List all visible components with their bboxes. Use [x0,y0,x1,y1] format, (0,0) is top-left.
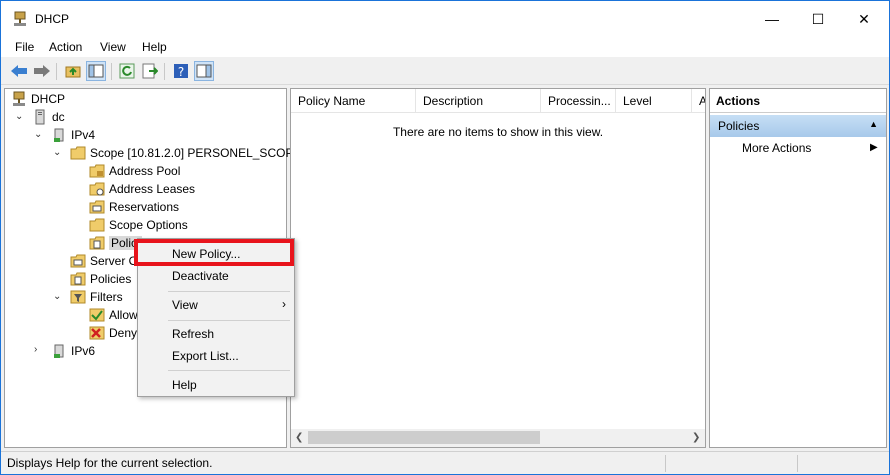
refresh-button[interactable] [117,61,137,81]
filters-icon [70,290,86,304]
dhcp-app-icon [14,11,26,26]
actions-section-label: Policies [718,119,760,133]
console-tree-icon [88,64,104,78]
collapse-chevron-icon[interactable]: ⌄ [53,292,63,302]
highlight-annotation [134,239,294,266]
actions-pane: Actions Policies ▲ More Actions ▶ [709,88,887,448]
actions-header: Actions [710,89,886,113]
allow-filter-icon [89,308,105,322]
scroll-left-icon[interactable]: ❮ [295,432,303,443]
empty-list-message: There are no items to show in this view. [392,125,604,139]
menu-item-deactivate[interactable]: Deactivate [138,265,294,287]
scrollbar-thumb[interactable] [308,431,540,444]
dhcp-window: DHCP — ☐ ✕ File Action View Help ? DHCP … [0,0,890,475]
collapse-chevron-icon[interactable]: ⌄ [34,130,44,140]
column-policy-name[interactable]: Policy Name [291,89,416,113]
action-pane-icon [196,64,212,78]
tree-node-address-pool[interactable]: Address Pool [89,162,180,180]
status-bar: Displays Help for the current selection. [1,451,889,474]
address-leases-icon [89,182,105,196]
menu-item-refresh[interactable]: Refresh [138,323,294,345]
tree-node-ipv4[interactable]: ⌄ IPv4 [34,126,95,144]
tree-node-address-leases[interactable]: Address Leases [89,180,195,198]
tree-node-dc[interactable]: ⌄ dc [15,108,65,126]
minimize-button[interactable]: — [749,1,795,37]
scope-folder-icon [70,146,86,160]
tree-node-deny[interactable]: Deny [89,324,137,342]
collapse-chevron-icon[interactable]: ⌄ [15,112,25,122]
tree-node-filters[interactable]: ⌄ Filters [53,288,123,306]
tree-node-scope-options[interactable]: Scope Options [89,216,188,234]
tree-node-scope[interactable]: ⌄ Scope [10.81.2.0] PERSONEL_SCOPE [53,144,301,162]
column-description[interactable]: Description [416,89,541,113]
title-bar: DHCP — ☐ ✕ [1,1,889,37]
server-options-icon [70,254,86,268]
status-text: Displays Help for the current selection. [7,456,213,470]
tree-node-reservations[interactable]: Reservations [89,198,179,216]
policies-icon [89,236,105,250]
deny-filter-icon [89,326,105,340]
policies-icon [70,272,86,286]
server-icon [35,109,45,125]
export-list-icon [142,63,158,79]
forward-arrow-icon [34,65,50,77]
menu-file[interactable]: File [15,40,34,54]
close-button[interactable]: ✕ [841,1,887,37]
column-processing-order[interactable]: Processin... [541,89,616,113]
close-icon: ✕ [858,10,870,27]
forward-button[interactable] [32,61,52,81]
reservations-icon [89,200,105,214]
menu-view[interactable]: View [100,40,126,54]
expand-chevron-icon[interactable]: › [34,345,44,355]
scope-options-icon [89,218,105,232]
submenu-arrow-icon: › [282,297,286,311]
window-title: DHCP [35,12,70,26]
horizontal-scrollbar[interactable]: ❮ ❯ [291,429,705,447]
show-hide-action-pane-button[interactable] [194,61,214,81]
back-button[interactable] [9,61,29,81]
help-button[interactable]: ? [171,61,191,81]
maximize-icon: ☐ [811,10,825,27]
tree-node-policies[interactable]: Policies [70,270,131,288]
column-level[interactable]: Level [616,89,692,113]
address-pool-icon [89,164,105,178]
tree-node-allow[interactable]: Allow [89,306,138,324]
more-actions-item[interactable]: More Actions [742,141,811,155]
refresh-icon [119,63,135,79]
show-hide-console-tree-button[interactable] [86,61,106,81]
help-icon: ? [174,64,188,79]
svg-text:?: ? [178,65,184,79]
menu-help[interactable]: Help [142,40,167,54]
list-header: Policy Name Description Processin... Lev… [291,89,705,113]
menu-item-help[interactable]: Help [138,374,294,396]
results-list: Policy Name Description Processin... Lev… [290,88,706,448]
ipv6-icon [54,344,64,358]
folder-up-icon [65,66,81,78]
dhcp-root-icon [13,91,25,106]
tree-node-ipv6[interactable]: › IPv6 [34,342,95,360]
minimize-icon: — [765,11,779,27]
menu-item-view-label: View [172,298,198,312]
submenu-arrow-icon: ▶ [870,142,878,153]
menu-action[interactable]: Action [49,40,82,54]
collapse-up-icon[interactable]: ▲ [869,119,878,129]
actions-section-policies[interactable]: Policies ▲ [710,115,886,137]
back-arrow-icon [11,65,27,77]
up-one-level-button[interactable] [63,61,83,81]
maximize-button[interactable]: ☐ [795,1,841,37]
ipv4-icon [54,128,64,142]
menu-item-view[interactable]: View › [138,294,294,316]
menu-bar: File Action View Help [1,37,889,57]
toolbar: ? [1,58,889,85]
export-list-button[interactable] [140,61,160,81]
scroll-right-icon[interactable]: ❯ [692,432,700,443]
collapse-chevron-icon[interactable]: ⌄ [53,148,63,158]
column-address-range[interactable]: A [692,89,705,113]
tree-node-dhcp[interactable]: DHCP [11,90,65,108]
menu-item-export-list[interactable]: Export List... [138,345,294,367]
